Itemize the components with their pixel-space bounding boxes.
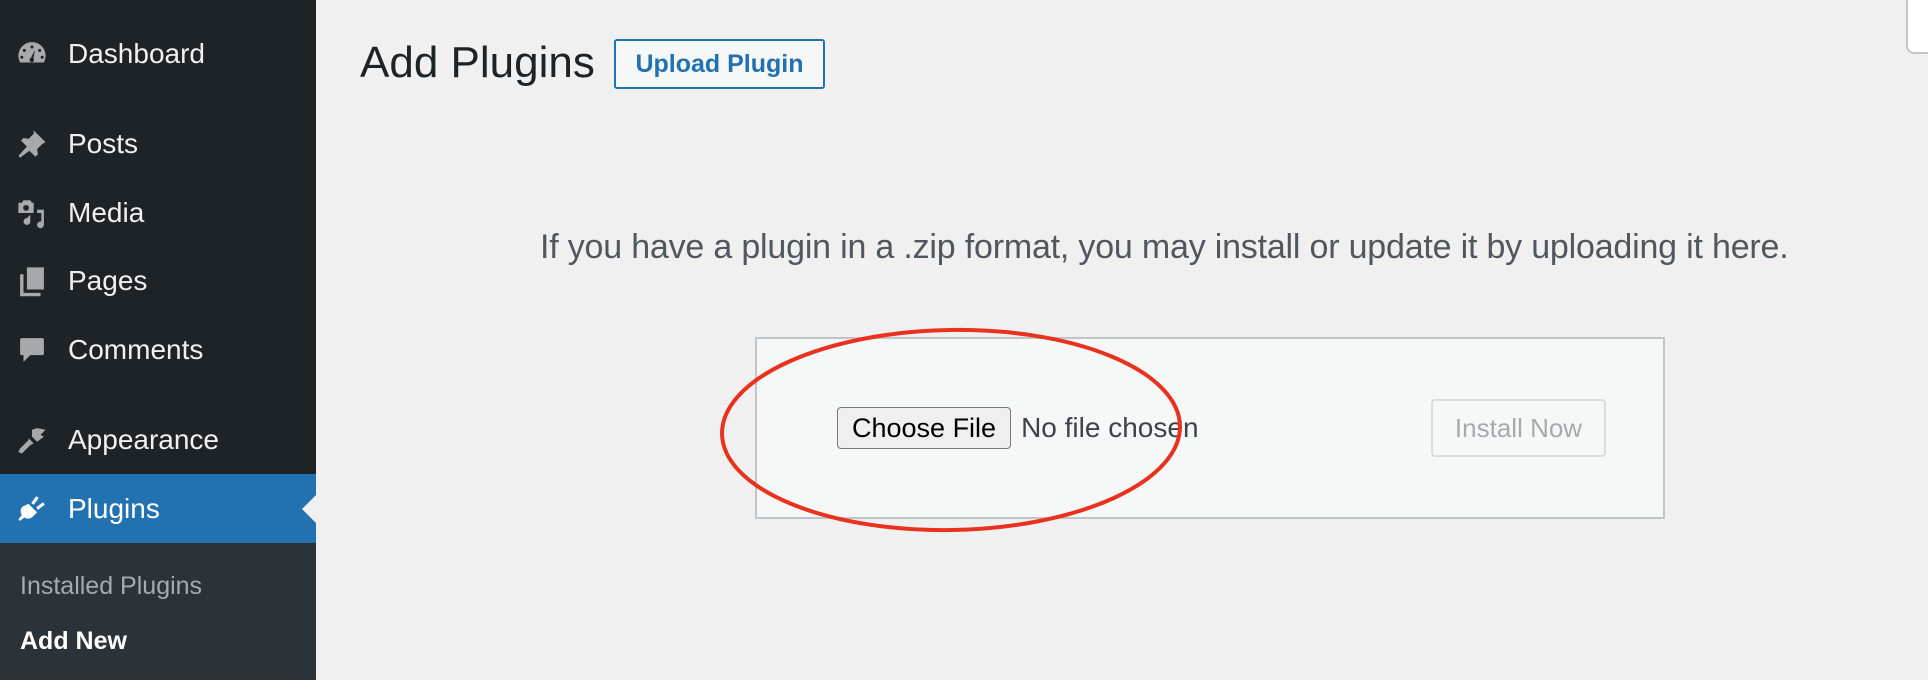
pages-icon [14, 263, 50, 299]
submenu-item-add-new[interactable]: Add New [20, 627, 127, 656]
upload-description: If you have a plugin in a .zip format, y… [540, 228, 1789, 266]
sidebar-item-plugins[interactable]: Plugins [0, 474, 316, 543]
plugins-submenu: Installed Plugins Add New [0, 543, 316, 680]
admin-sidebar: Dashboard Posts Media Pages Comments App… [0, 0, 316, 680]
sidebar-item-label: Media [68, 197, 145, 228]
current-menu-arrow [302, 494, 316, 523]
install-now-button[interactable]: Install Now [1431, 399, 1606, 457]
pushpin-icon [14, 126, 50, 162]
sidebar-item-appearance[interactable]: Appearance [0, 412, 316, 468]
sidebar-item-dashboard[interactable]: Dashboard [0, 26, 316, 82]
sidebar-item-label: Posts [68, 128, 139, 159]
media-icon [14, 195, 50, 231]
page-title: Add Plugins [360, 38, 595, 87]
plugin-icon [14, 491, 50, 527]
sidebar-item-label: Appearance [68, 424, 220, 455]
wp-admin-app: Dashboard Posts Media Pages Comments App… [0, 0, 1928, 680]
upload-plugin-button[interactable]: Upload Plugin [614, 39, 825, 89]
sidebar-item-label: Pages [68, 265, 148, 296]
sidebar-item-label: Plugins [68, 492, 160, 524]
paintbrush-icon [14, 422, 50, 458]
sidebar-item-media[interactable]: Media [0, 185, 316, 241]
sidebar-item-posts[interactable]: Posts [0, 116, 316, 172]
upload-plugin-form: Choose File No file chosen Install Now [755, 337, 1665, 519]
sidebar-item-label: Dashboard [68, 38, 205, 69]
dashboard-icon [14, 36, 50, 72]
sidebar-item-label: Comments [68, 334, 204, 365]
help-tab[interactable] [1906, 0, 1928, 54]
file-input[interactable]: Choose File No file chosen [837, 407, 1199, 449]
sidebar-item-pages[interactable]: Pages [0, 253, 316, 309]
choose-file-button[interactable]: Choose File [837, 407, 1012, 449]
file-status-text: No file chosen [1021, 412, 1199, 443]
submenu-item-installed-plugins[interactable]: Installed Plugins [20, 572, 202, 601]
sidebar-item-comments[interactable]: Comments [0, 322, 316, 378]
comments-icon [14, 332, 50, 368]
main-content: Add Plugins Upload Plugin If you have a … [316, 0, 1928, 680]
